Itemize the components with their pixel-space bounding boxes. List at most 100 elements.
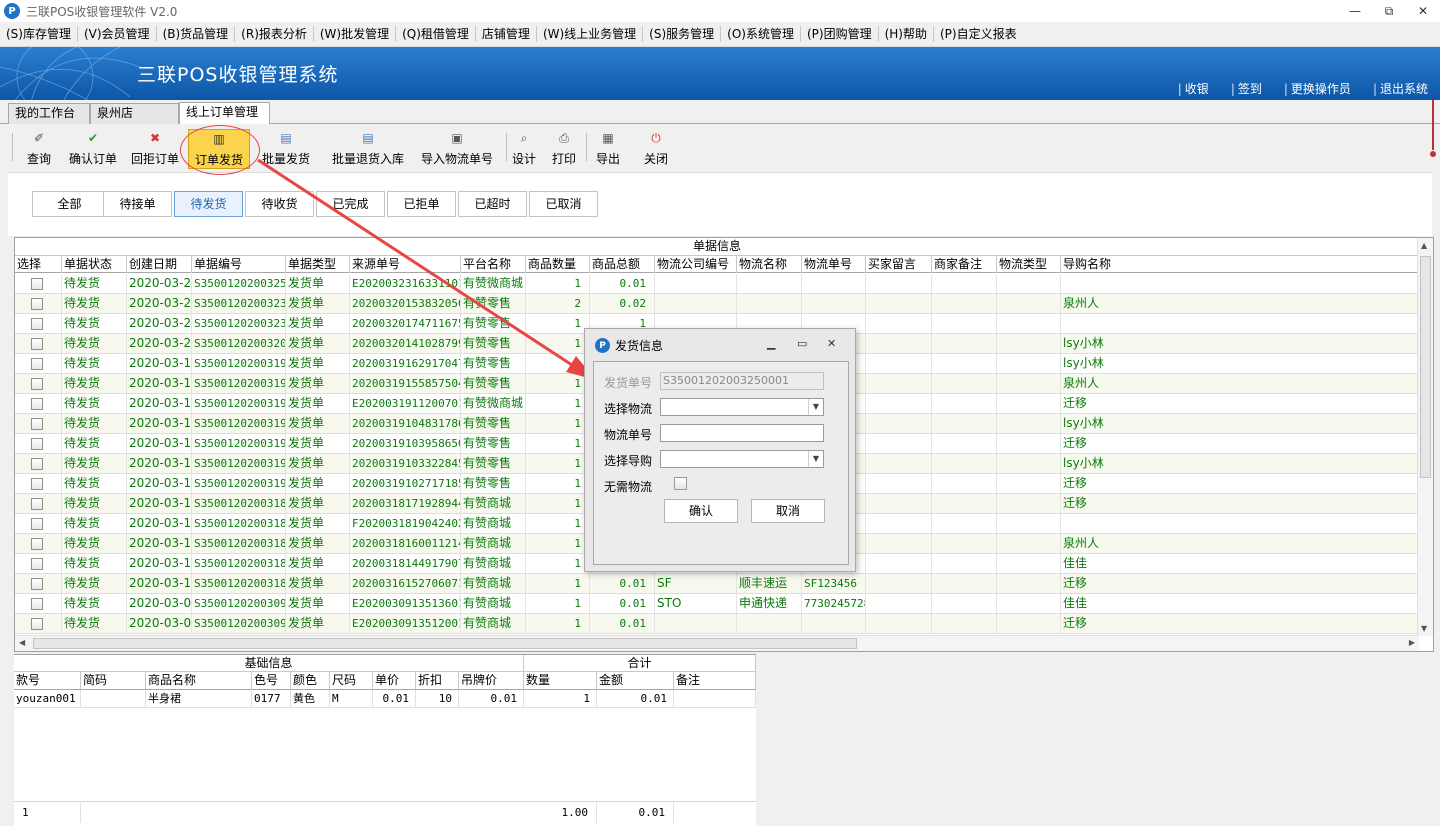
column-header[interactable]: 单据编号 — [192, 256, 286, 273]
row-checkbox[interactable] — [31, 598, 43, 610]
banner-link[interactable]: 收银 — [1178, 80, 1209, 97]
column-header[interactable]: 平台名称 — [461, 256, 526, 273]
detail-column-header[interactable]: 金额 — [597, 672, 674, 690]
chevron-down-icon[interactable]: ▼ — [808, 399, 823, 415]
row-checkbox[interactable] — [31, 338, 43, 350]
dialog-restore-icon[interactable]: ▭ — [797, 337, 807, 350]
dialog-minimize-icon[interactable]: ▁ — [767, 337, 775, 350]
tab[interactable]: 泉州店(35001) — [90, 103, 179, 139]
filter-button[interactable]: 待发货 — [174, 191, 243, 217]
toolbar-button[interactable]: ▤ 批量退货入库 — [328, 129, 408, 169]
scroll-right-icon[interactable]: ▶ — [1409, 638, 1415, 647]
detail-column-header[interactable]: 色号 — [252, 672, 291, 690]
toolbar-button[interactable]: ⎙ 打印 — [548, 129, 580, 169]
detail-column-header[interactable]: 吊牌价 — [459, 672, 524, 690]
menu-item[interactable]: (Q)租借管理 — [396, 25, 475, 44]
column-header[interactable]: 选择 — [15, 256, 62, 273]
scroll-down-icon[interactable]: ▼ — [1421, 624, 1427, 633]
menu-item[interactable]: (V)会员管理 — [78, 25, 156, 44]
column-header[interactable]: 物流名称 — [737, 256, 802, 273]
detail-column-header[interactable]: 商品名称 — [146, 672, 252, 690]
menu-item[interactable]: (P)团购管理 — [801, 25, 878, 44]
filter-button[interactable]: 待收货 — [245, 191, 314, 217]
row-checkbox[interactable] — [31, 478, 43, 490]
column-header[interactable]: 单据状态 — [62, 256, 127, 273]
banner-link[interactable]: 签到 — [1231, 80, 1262, 97]
toolbar-button[interactable]: ✔ 确认订单 — [66, 129, 120, 169]
column-header[interactable]: 单据类型 — [286, 256, 350, 273]
column-header[interactable]: 物流类型 — [997, 256, 1061, 273]
guide-select[interactable]: ▼ — [660, 450, 824, 468]
menu-item[interactable]: (P)自定义报表 — [934, 25, 1023, 44]
no-logistics-checkbox[interactable] — [674, 477, 687, 490]
minimize-icon[interactable]: — — [1338, 0, 1372, 22]
column-header[interactable]: 商家备注 — [932, 256, 997, 273]
row-checkbox[interactable] — [31, 618, 43, 630]
detail-column-header[interactable]: 简码 — [81, 672, 146, 690]
column-header[interactable]: 导购名称 — [1061, 256, 1419, 273]
menu-item[interactable]: 店铺管理 — [476, 25, 536, 44]
row-checkbox[interactable] — [31, 358, 43, 370]
toolbar-button[interactable]: ✐ 查询 — [18, 129, 60, 169]
row-checkbox[interactable] — [31, 278, 43, 290]
detail-column-header[interactable]: 款号 — [14, 672, 81, 690]
detail-column-header[interactable]: 折扣 — [416, 672, 459, 690]
toolbar-button[interactable]: ▣ 导入物流单号 — [416, 129, 498, 169]
detail-column-header[interactable]: 颜色 — [291, 672, 330, 690]
table-row[interactable]: 待发货 2020-03-25 S35001202003250 发货单 E20200323… — [15, 274, 1419, 294]
menu-item[interactable]: (B)货品管理 — [157, 25, 235, 44]
filter-button[interactable]: 待接单 — [103, 191, 172, 217]
logistics-select[interactable]: ▼ — [660, 398, 824, 416]
column-header[interactable]: 商品总额 — [590, 256, 655, 273]
row-checkbox[interactable] — [31, 538, 43, 550]
column-header[interactable]: 来源单号 — [350, 256, 461, 273]
row-checkbox[interactable] — [31, 518, 43, 530]
grid-horizontal-scrollbar[interactable]: ◀ ▶ — [15, 635, 1419, 651]
detail-column-header[interactable]: 单价 — [373, 672, 416, 690]
banner-link[interactable]: 退出系统 — [1373, 80, 1428, 97]
confirm-button[interactable]: 确认 — [664, 499, 738, 523]
grid-vertical-scrollbar[interactable]: ▲ ▼ — [1417, 238, 1433, 636]
filter-button[interactable]: 全部 — [32, 191, 107, 217]
filter-button[interactable]: 已拒单 — [387, 191, 456, 217]
tab[interactable]: 我的工作台 — [8, 103, 90, 124]
row-checkbox[interactable] — [31, 418, 43, 430]
menu-item[interactable]: (S)服务管理 — [643, 25, 720, 44]
table-row[interactable]: 待发货 2020-03-18 S35001202003180 发货单 202003161… — [15, 574, 1419, 594]
row-checkbox[interactable] — [31, 578, 43, 590]
filter-button[interactable]: 已取消 — [529, 191, 598, 217]
row-checkbox[interactable] — [31, 298, 43, 310]
vertical-scroll-thumb[interactable] — [1420, 256, 1431, 478]
toolbar-button[interactable]: ✖ 回拒订单 — [128, 129, 182, 169]
detail-column-header[interactable]: 尺码 — [330, 672, 373, 690]
tab[interactable]: 线上订单管理 — [179, 102, 270, 124]
column-header[interactable]: 买家留言 — [866, 256, 932, 273]
column-header[interactable]: 物流单号 — [802, 256, 866, 273]
row-checkbox[interactable] — [31, 438, 43, 450]
row-checkbox[interactable] — [31, 558, 43, 570]
cancel-button[interactable]: 取消 — [751, 499, 825, 523]
table-row[interactable]: 待发货 2020-03-09 S35001202003090 发货单 E20200309… — [15, 594, 1419, 614]
row-checkbox[interactable] — [31, 398, 43, 410]
banner-link[interactable]: 更换操作员 — [1284, 80, 1351, 97]
menu-item[interactable]: (R)报表分析 — [235, 25, 313, 44]
menu-item[interactable]: (H)帮助 — [879, 25, 933, 44]
close-icon[interactable]: ✕ — [1406, 0, 1440, 22]
column-header[interactable]: 商品数量 — [526, 256, 590, 273]
toolbar-button[interactable]: ▤ 批量发货 — [258, 129, 314, 169]
restore-icon[interactable]: ⧉ — [1372, 0, 1406, 22]
scroll-left-icon[interactable]: ◀ — [19, 638, 25, 647]
toolbar-button[interactable]: ⏻ 关闭 — [640, 129, 672, 169]
row-checkbox[interactable] — [31, 458, 43, 470]
scroll-up-icon[interactable]: ▲ — [1421, 241, 1427, 250]
table-row[interactable]: 待发货 2020-03-23 S35001202003230 发货单 202003201… — [15, 294, 1419, 314]
toolbar-button[interactable]: ⌕ 设计 — [508, 129, 540, 169]
tracking-input[interactable] — [660, 424, 824, 442]
filter-button[interactable]: 已完成 — [316, 191, 385, 217]
horizontal-scroll-thumb[interactable] — [33, 638, 857, 649]
row-checkbox[interactable] — [31, 378, 43, 390]
filter-button[interactable]: 已超时 — [458, 191, 527, 217]
menu-item[interactable]: (S)库存管理 — [0, 25, 77, 44]
detail-column-header[interactable]: 数量 — [524, 672, 597, 690]
dialog-close-icon[interactable]: ✕ — [827, 337, 836, 350]
